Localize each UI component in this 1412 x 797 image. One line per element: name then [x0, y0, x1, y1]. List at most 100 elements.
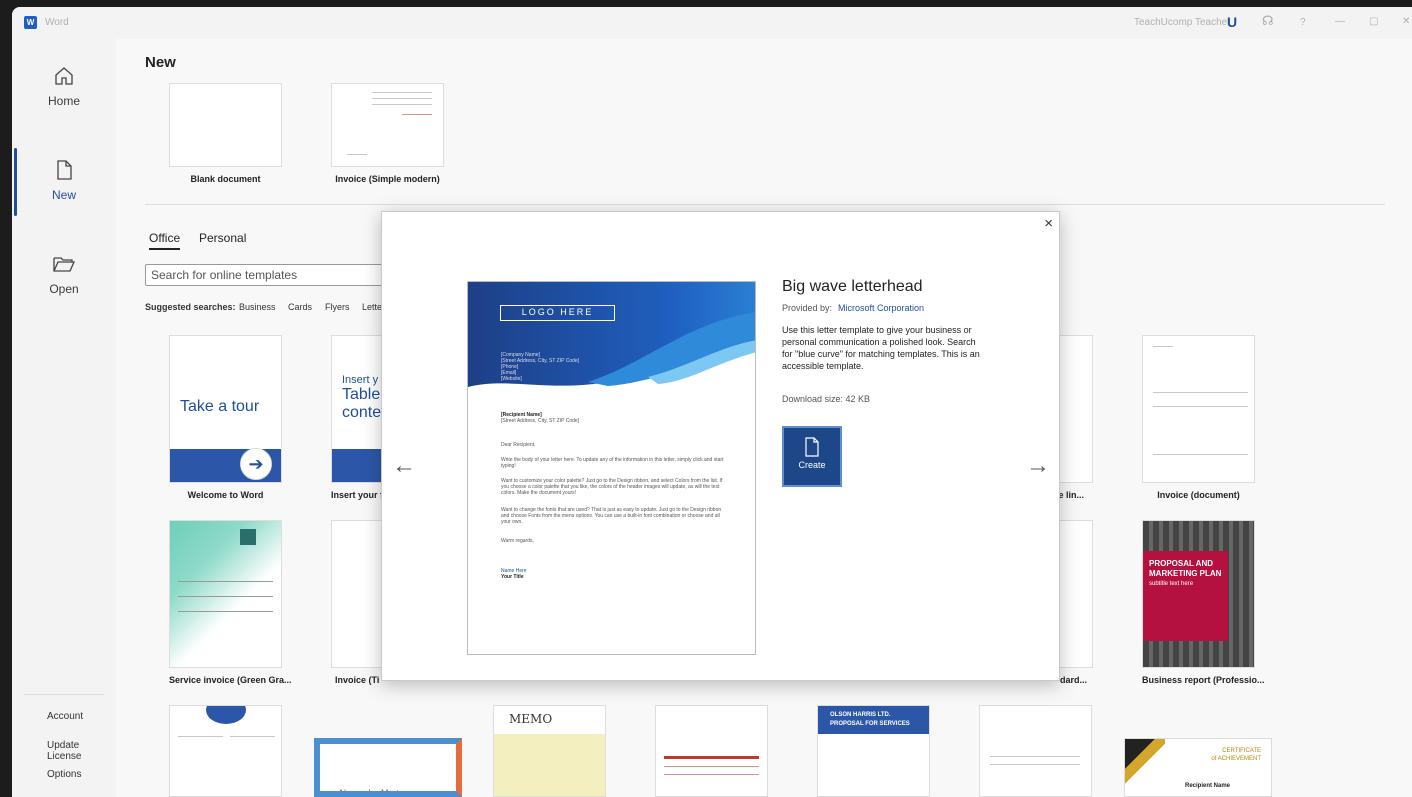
account-link[interactable]: Account [47, 711, 83, 722]
certificate-title: CERTIFICATE [1222, 748, 1261, 754]
user-name[interactable]: TeachUcomp Teacher [1134, 17, 1231, 28]
sidebar-divider [24, 694, 104, 695]
nav-home-label: Home [47, 94, 80, 108]
close-dialog-button[interactable]: × [1044, 215, 1053, 232]
nav-open[interactable]: Open [12, 253, 116, 296]
thumb-line [990, 756, 1080, 757]
thumb-line [402, 114, 432, 115]
certificate-stripe [1125, 739, 1165, 796]
signer-title: Your Title [501, 574, 524, 580]
invoice-red-thumb[interactable] [655, 705, 768, 797]
close-window-button[interactable]: ✕ [1402, 16, 1410, 27]
provider-link[interactable]: Microsoft Corporation [838, 303, 924, 313]
nav-open-label: Open [49, 282, 79, 296]
minimize-button[interactable]: — [1335, 16, 1345, 27]
body-paragraph-2: Want to customize your color palette? Ju… [501, 478, 723, 496]
backstage-sidebar: Home New Open Account Update License Opt… [12, 39, 116, 797]
app-title: Word [45, 17, 69, 28]
invoice-simple-thumb[interactable] [331, 83, 444, 167]
template-title: Big wave letterhead [782, 278, 923, 295]
proposal-subtitle: subtitle text here [1149, 581, 1194, 587]
certificate-subtitle: of ACHIEVEMENT [1211, 756, 1261, 762]
suggested-label: Suggested searches: [145, 302, 236, 312]
thumb-line [178, 736, 223, 737]
next-template-arrow[interactable]: → [1026, 452, 1050, 480]
update-license-link[interactable]: Update License [47, 740, 116, 762]
title-bar: W Word TeachUcomp Teacher U ☊ ? — ▢ ✕ [12, 7, 1412, 39]
proposal-title-1: PROPOSAL AND [1149, 559, 1214, 568]
thumb-line [178, 581, 273, 582]
thumb-line [664, 774, 759, 775]
template-preview-image: LOGO HERE [Company Name] [Street Address… [467, 281, 756, 655]
thumb-line [1153, 454, 1248, 455]
thumb-line [178, 611, 273, 612]
memo-thumb[interactable]: MEMO [493, 705, 606, 797]
thumb-line [178, 596, 273, 597]
table-text: Table [342, 386, 381, 403]
olson-header: OLSON HARRIS LTD. PROPOSAL FOR SERVICES [818, 706, 929, 734]
blank-document-thumb[interactable] [169, 83, 282, 167]
download-size: Download size: 42 KB [782, 394, 871, 404]
tab-office[interactable]: Office [149, 231, 181, 250]
closing: Warm regards, [501, 538, 534, 544]
invoice-timeless-caption: Invoice (Ti [335, 675, 380, 685]
user-avatar[interactable]: U [1227, 14, 1237, 30]
template-description: Use this letter template to give your bu… [782, 325, 980, 371]
coauthor-icon[interactable]: ☊ [1262, 13, 1274, 29]
suggested-cards[interactable]: Cards [288, 302, 312, 312]
suggested-business[interactable]: Business [239, 302, 276, 312]
word-logo-icon: W [24, 16, 37, 29]
invoice-document-caption: Invoice (document) [1157, 490, 1240, 500]
thumb-line [372, 104, 432, 105]
service-invoice-thumb[interactable] [169, 520, 282, 668]
thumb-line [372, 92, 432, 93]
nav-new[interactable]: New [12, 159, 116, 202]
letter-thumb[interactable] [979, 705, 1092, 797]
page-title: New [145, 54, 176, 71]
recipient-address: [Street Address, City, ST ZIP Code] [501, 418, 580, 424]
suggested-flyers[interactable]: Flyers [325, 302, 350, 312]
business-report-thumb[interactable]: PROPOSAL AND MARKETING PLAN subtitle tex… [1142, 520, 1255, 668]
suggested-letters[interactable]: Lette [362, 302, 382, 312]
thumb-line [664, 766, 759, 767]
open-folder-icon [53, 257, 76, 272]
body-paragraph-1: Write the body of your letter here. To u… [501, 457, 724, 469]
provided-by: Provided by: Microsoft Corporation [782, 303, 924, 313]
proposal-title-2: MARKETING PLAN [1149, 569, 1222, 578]
invoice-logo-block [240, 529, 256, 545]
welcome-to-word-thumb[interactable]: Take a tour ➔ [169, 335, 282, 483]
welcome-to-word-caption: Welcome to Word [187, 490, 264, 500]
previous-template-arrow[interactable]: ← [392, 452, 416, 480]
restore-button[interactable]: ▢ [1369, 16, 1378, 27]
insert-text: Insert y [342, 374, 379, 386]
memo-title: MEMO [509, 712, 553, 726]
section-divider [145, 204, 1385, 205]
table-lines-caption: le lin... [1056, 490, 1085, 500]
create-label: Create [798, 460, 826, 470]
invoice-document-thumb[interactable] [1142, 335, 1255, 483]
options-link[interactable]: Options [47, 769, 81, 780]
new-document-icon [57, 160, 72, 180]
employee-certificate-thumb[interactable]: Alexander Martensson [314, 738, 462, 797]
tab-personal[interactable]: Personal [199, 231, 246, 245]
employee-name: Alexander Martensson [338, 788, 429, 797]
thumb-line [230, 736, 275, 737]
memo-yellow-block [494, 734, 605, 796]
help-button[interactable]: ? [1300, 17, 1306, 28]
calendar-thumb[interactable] [169, 705, 282, 797]
create-button[interactable]: Create [782, 426, 842, 487]
insert-toc-caption: Insert your fi [331, 490, 386, 500]
proposal-red-block: PROPOSAL AND MARKETING PLAN subtitle tex… [1143, 551, 1228, 641]
service-invoice-caption: Service invoice (Green Gra... [169, 675, 292, 685]
nav-new-label: New [51, 188, 76, 202]
certificate-thumb[interactable]: CERTIFICATE of ACHIEVEMENT Recipient Nam… [1124, 738, 1272, 797]
olson-proposal-thumb[interactable]: OLSON HARRIS LTD. PROPOSAL FOR SERVICES [817, 705, 930, 797]
home-icon [55, 67, 73, 85]
business-report-caption: Business report (Professio... [1142, 675, 1265, 685]
olson-company: OLSON HARRIS LTD. [830, 712, 891, 718]
standard-caption: dard... [1060, 675, 1088, 685]
company-website: [Website] [501, 376, 522, 382]
body-paragraph-3: Want to change the fonts that are used? … [501, 507, 722, 525]
thumb-line [347, 154, 367, 155]
nav-home[interactable]: Home [12, 65, 116, 108]
